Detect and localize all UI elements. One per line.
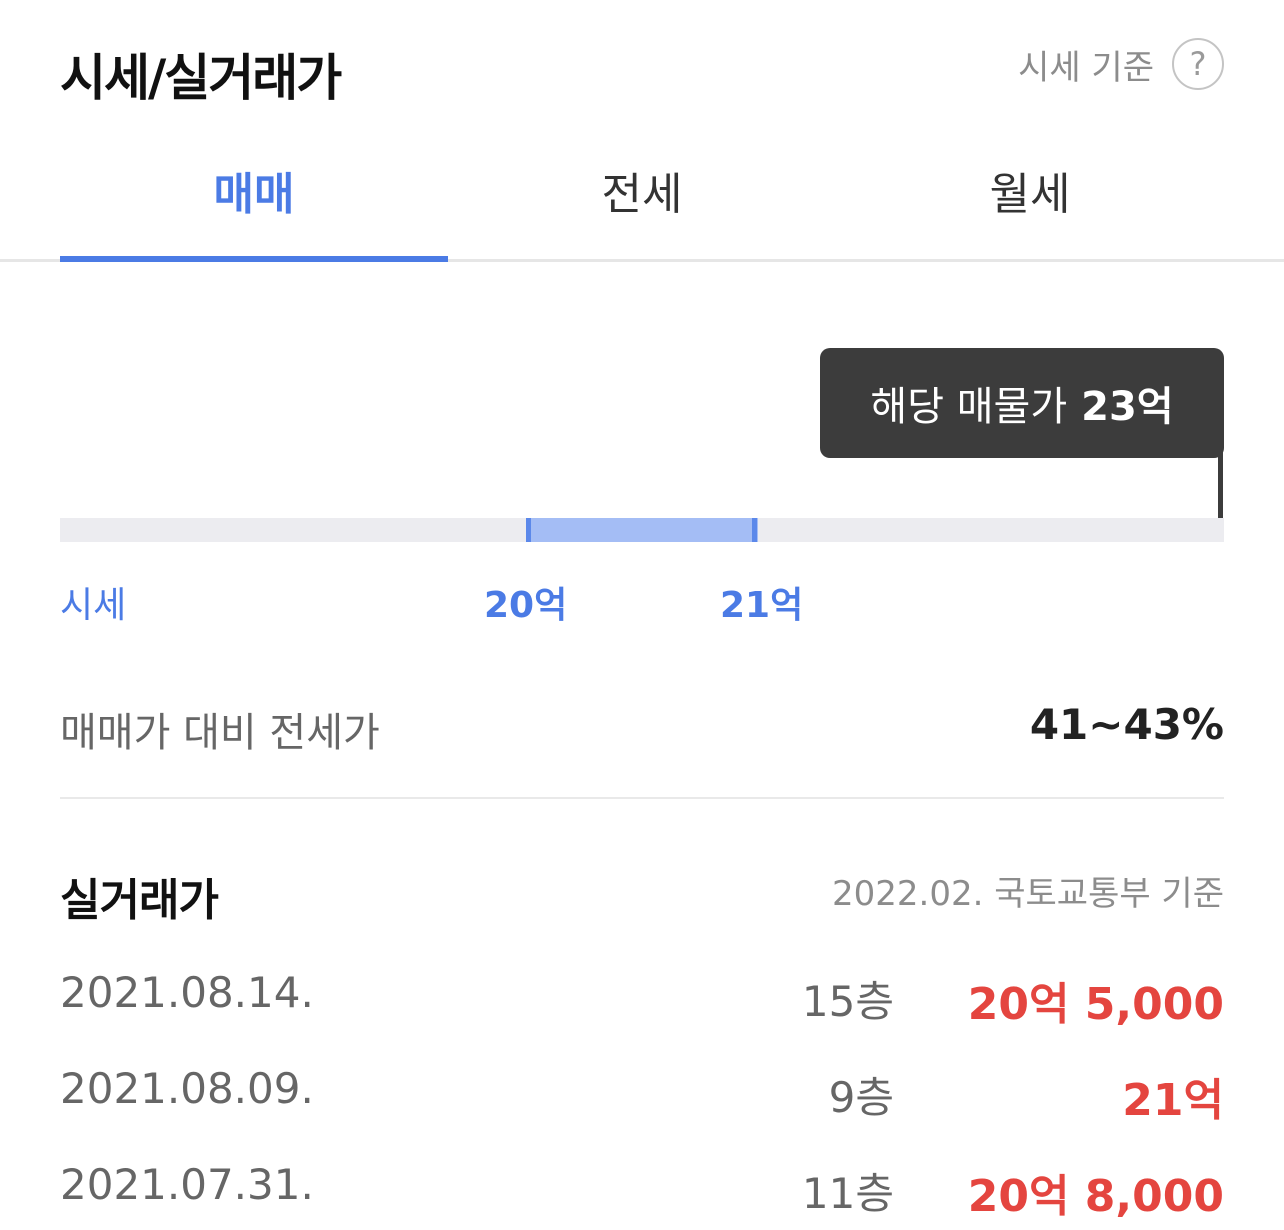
transaction-row: 2021.08.14. 15층 20억 5,000 [60,968,1224,1030]
tab-monthly-rent[interactable]: 월세 [836,158,1224,222]
jeonse-ratio-label: 매매가 대비 전세가 [60,710,380,756]
transaction-price: 21억 [1122,1075,1224,1126]
price-basis-info[interactable]: 시세 기준 ? [1018,38,1224,90]
help-icon[interactable]: ? [1172,38,1224,90]
transaction-date: 2021.08.09. [60,1064,314,1113]
transaction-floor: 9층 [828,1073,894,1122]
listing-price-label: 해당 매물가 [870,384,1068,430]
transaction-price: 20억 5,000 [967,979,1224,1030]
transactions-title: 실거래가 [60,875,219,926]
page-title: 시세/실거래가 [60,49,342,107]
market-price-range-bar [526,518,758,542]
jeonse-ratio-value: 41~43% [1029,700,1224,749]
price-basis-label: 시세 기준 [1018,47,1154,88]
range-max-label: 21억 [720,585,804,626]
tab-jeonse[interactable]: 전세 [448,158,836,222]
deal-type-tabs: 매매 전세 월세 [0,130,1284,262]
listing-price-value: 23억 [1081,384,1174,430]
active-tab-indicator [60,256,448,262]
listing-price-tooltip: 해당 매물가 23억 [820,348,1224,458]
range-max-marker [752,518,757,542]
section-divider [60,797,1224,799]
transaction-price: 20억 8,000 [967,1171,1224,1222]
transaction-date: 2021.07.31. [60,1160,314,1209]
market-price-label: 시세 [60,585,127,626]
transaction-row: 2021.08.09. 9층 21억 [60,1064,1224,1126]
tab-sale[interactable]: 매매 [60,158,448,222]
transaction-row: 2021.07.31. 11층 20억 8,000 [60,1160,1224,1222]
transaction-floor: 11층 [801,1169,894,1218]
range-min-marker [526,518,531,542]
transactions-source: 2022.02. 국토교통부 기준 [832,874,1224,914]
transaction-date: 2021.08.14. [60,968,314,1017]
transaction-floor: 15층 [801,977,894,1026]
range-min-label: 20억 [484,585,568,626]
